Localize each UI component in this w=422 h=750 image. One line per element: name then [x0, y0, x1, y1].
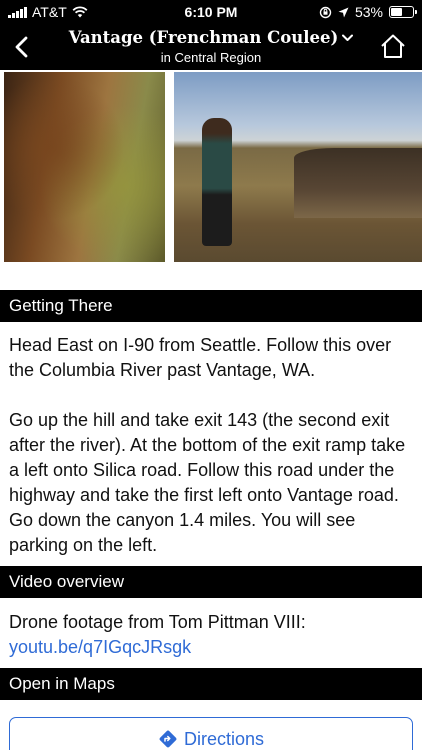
person-figure [202, 118, 232, 246]
directions-button[interactable]: Directions [9, 717, 413, 750]
home-button[interactable] [378, 30, 408, 62]
directions-paragraph-1: Head East on I-90 from Seattle. Follow t… [9, 335, 392, 380]
status-right: 53% [274, 4, 417, 20]
rotation-lock-icon [319, 6, 332, 18]
chevron-down-icon [342, 34, 354, 41]
wifi-icon [72, 6, 88, 18]
signal-icon [8, 6, 27, 18]
page-title: Vantage (Frenchman Coulee) [68, 28, 339, 47]
battery-level [391, 8, 403, 16]
status-left: AT&T [8, 4, 148, 20]
getting-there-header: Getting There [0, 290, 422, 322]
climber-photo[interactable] [4, 72, 165, 262]
canyon-shape [294, 148, 422, 218]
open-in-maps-title: Open in Maps [9, 674, 115, 693]
video-link[interactable]: youtu.be/q7IGqcJRsgk [9, 637, 191, 657]
page-subtitle: in Central Region [160, 50, 262, 65]
person-at-canyon-photo[interactable] [174, 72, 422, 262]
getting-there-title: Getting There [9, 296, 113, 315]
navigation-bar: Vantage (Frenchman Coulee) in Central Re… [0, 24, 422, 70]
back-chevron-icon [15, 36, 28, 58]
directions-label: Directions [183, 728, 265, 749]
status-time: 6:10 PM [184, 4, 238, 20]
home-icon [381, 34, 405, 58]
photo-strip[interactable] [0, 70, 422, 290]
open-in-maps-header: Open in Maps [0, 668, 422, 700]
getting-there-body: Head East on I-90 from Seattle. Follow t… [9, 333, 413, 558]
page-title-row[interactable]: Vantage (Frenchman Coulee) [69, 28, 354, 47]
status-bar: AT&T 6:10 PM 53% [0, 0, 422, 24]
video-overview-title: Video overview [9, 572, 124, 591]
video-overview-body: Drone footage from Tom Pittman VIII: you… [9, 610, 413, 660]
video-overview-header: Video overview [0, 566, 422, 598]
location-arrow-icon [338, 7, 349, 17]
video-description: Drone footage from Tom Pittman VIII: [9, 612, 306, 632]
battery-percent: 53% [354, 4, 383, 20]
carrier-label: AT&T [32, 4, 67, 20]
nav-title-area[interactable]: Vantage (Frenchman Coulee) in Central Re… [50, 28, 372, 65]
directions-paragraph-2: Go up the hill and take exit 143 (the se… [9, 410, 406, 555]
directions-diamond-icon [159, 730, 177, 748]
battery-icon [389, 6, 417, 18]
back-button[interactable] [4, 28, 38, 66]
